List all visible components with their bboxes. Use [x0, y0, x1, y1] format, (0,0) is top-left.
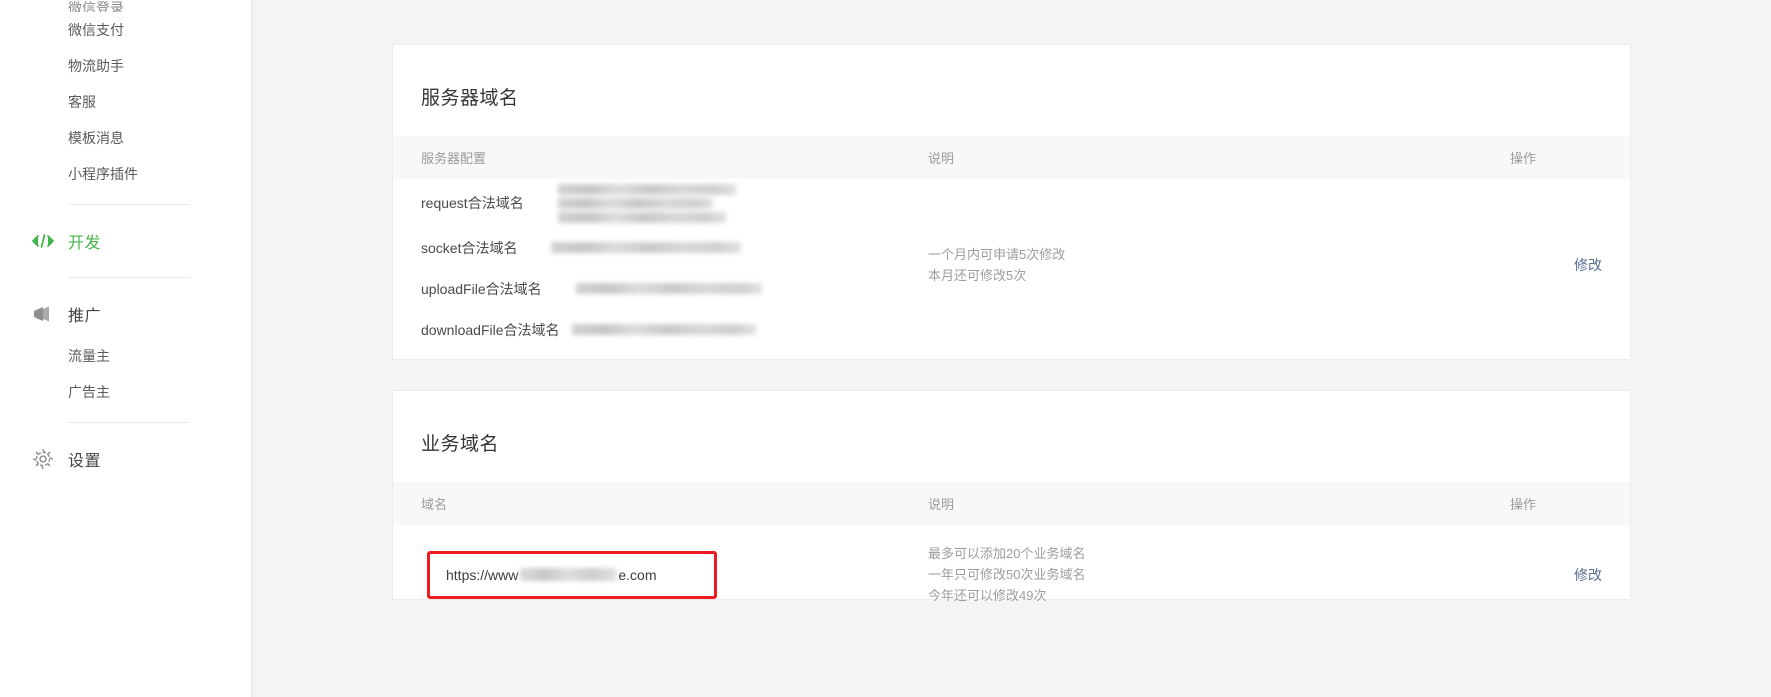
sidebar-item-wechat-pay[interactable]: 微信支付	[0, 12, 251, 48]
desc-line: 一个月内可申请5次修改	[928, 246, 1066, 262]
sidebar-item-label: 物流助手	[68, 58, 124, 74]
business-domain-highlight-box[interactable]: https://www e.com	[427, 550, 717, 599]
sidebar-item-logistics[interactable]: 物流助手	[0, 48, 251, 84]
url-prefix: https://www	[446, 566, 519, 583]
desc-line: 本月还可修改5次	[928, 267, 1027, 283]
col-header-domain: 域名	[393, 482, 928, 525]
server-domain-card: 服务器域名 服务器配置 说明 操作 request合法域名 一个月内可申请5次修…	[392, 44, 1631, 360]
code-icon	[30, 233, 56, 249]
server-description-cell: 一个月内可申请5次修改 本月还可修改5次	[928, 179, 1510, 350]
table-header-row: 服务器配置 说明 操作	[393, 136, 1630, 179]
business-table-head: 域名 说明 操作	[393, 482, 1630, 525]
sidebar-item-label: 微信支付	[68, 22, 124, 38]
content-top-spacer	[392, 0, 1631, 22]
modify-business-domain-link[interactable]: 修改	[1574, 567, 1602, 583]
business-description-cell: 最多可以添加20个业务域名 一年只可修改50次业务域名 今年还可以修改49次	[928, 525, 1510, 606]
sidebar-item-customer-service[interactable]: 客服	[0, 84, 251, 120]
megaphone-icon	[30, 305, 56, 323]
server-table-head: 服务器配置 说明 操作	[393, 136, 1630, 179]
business-domain-table: 域名 说明 操作 https://www e.com 最多可以添加20个业务域名…	[393, 482, 1630, 606]
row-label: socket合法域名	[421, 239, 518, 256]
sidebar-divider	[68, 204, 190, 205]
sidebar: 微信登录 微信支付 物流助手 客服 模板消息 小程序插件 开发 推广 流量主 广…	[0, 0, 252, 697]
col-header-description: 说明	[928, 482, 1510, 525]
row-label: downloadFile合法域名	[421, 321, 560, 338]
sidebar-group-label: 开发	[68, 235, 102, 252]
table-row: request合法域名 一个月内可申请5次修改 本月还可修改5次 修改	[393, 179, 1630, 283]
table-row: https://www e.com 最多可以添加20个业务域名 一年只可修改50…	[393, 525, 1630, 606]
masked-domain-value	[575, 283, 762, 294]
col-header-action: 操作	[1510, 136, 1630, 179]
server-domain-table: 服务器配置 说明 操作 request合法域名 一个月内可申请5次修改 本月还可…	[393, 136, 1630, 350]
gear-icon	[30, 448, 56, 470]
business-domain-card: 业务域名 域名 说明 操作 https://www e.com 最多可以添加20…	[392, 390, 1631, 603]
business-domain-url: https://www e.com	[446, 567, 656, 583]
sidebar-item-miniprogram-plugin[interactable]: 小程序插件	[0, 156, 251, 192]
sidebar-group-label: 推广	[68, 308, 102, 325]
table-header-row: 域名 说明 操作	[393, 482, 1630, 525]
desc-line: 今年还可以修改49次	[928, 588, 1047, 603]
business-domain-title: 业务域名	[421, 434, 500, 455]
sidebar-item-label: 流量主	[68, 348, 110, 364]
server-row-request: request合法域名	[393, 179, 928, 227]
url-suffix: e.com	[618, 566, 657, 583]
server-domain-title: 服务器域名	[421, 88, 519, 109]
server-row-uploadfile: uploadFile合法域名	[393, 268, 928, 309]
sidebar-item-template-message[interactable]: 模板消息	[0, 120, 251, 156]
server-row-downloadfile: downloadFile合法域名	[393, 309, 928, 350]
masked-domain-value	[551, 242, 742, 253]
business-table-body: https://www e.com 最多可以添加20个业务域名 一年只可修改50…	[393, 525, 1630, 606]
col-header-action: 操作	[1510, 482, 1630, 525]
desc-line: 一年只可修改50次业务域名	[928, 567, 1086, 582]
sidebar-item-traffic-owner[interactable]: 流量主	[0, 338, 251, 374]
desc-line: 最多可以添加20个业务域名	[928, 546, 1086, 561]
sidebar-item-label: 小程序插件	[68, 166, 138, 182]
masked-domain-value	[571, 324, 756, 335]
page-root: 微信登录 微信支付 物流助手 客服 模板消息 小程序插件 开发 推广 流量主 广…	[0, 0, 1771, 697]
server-row-socket: socket合法域名	[393, 227, 928, 268]
sidebar-item-settings[interactable]: 设置	[0, 435, 251, 483]
sidebar-group-label: 设置	[68, 453, 102, 470]
sidebar-item-advertiser[interactable]: 广告主	[0, 374, 251, 410]
sidebar-item-label: 模板消息	[68, 130, 124, 146]
row-label: uploadFile合法域名	[421, 280, 542, 297]
business-domain-cell: https://www e.com	[393, 525, 928, 606]
col-header-server-config: 服务器配置	[393, 136, 928, 179]
business-action-cell: 修改	[1510, 525, 1630, 606]
sidebar-item-label: 客服	[68, 94, 96, 110]
col-header-description: 说明	[928, 136, 1510, 179]
main-content: 服务器域名 服务器配置 说明 操作 request合法域名 一个月内可申请5次修…	[252, 0, 1771, 697]
sidebar-item-label: 广告主	[68, 384, 110, 400]
masked-domain-value	[557, 183, 736, 223]
sidebar-item-promotion[interactable]: 推广	[0, 290, 251, 338]
sidebar-item-wechat-login[interactable]: 微信登录	[0, 0, 251, 12]
server-action-cell: 修改	[1510, 179, 1630, 350]
masked-url-segment	[520, 568, 617, 581]
sidebar-item-label: 微信登录	[68, 0, 124, 12]
server-table-body: request合法域名 一个月内可申请5次修改 本月还可修改5次 修改 sock…	[393, 179, 1630, 350]
sidebar-item-development[interactable]: 开发	[0, 217, 251, 265]
row-label: request合法域名	[421, 195, 524, 211]
modify-server-domain-link[interactable]: 修改	[1574, 257, 1602, 273]
sidebar-divider	[68, 422, 190, 423]
sidebar-divider	[68, 277, 190, 278]
